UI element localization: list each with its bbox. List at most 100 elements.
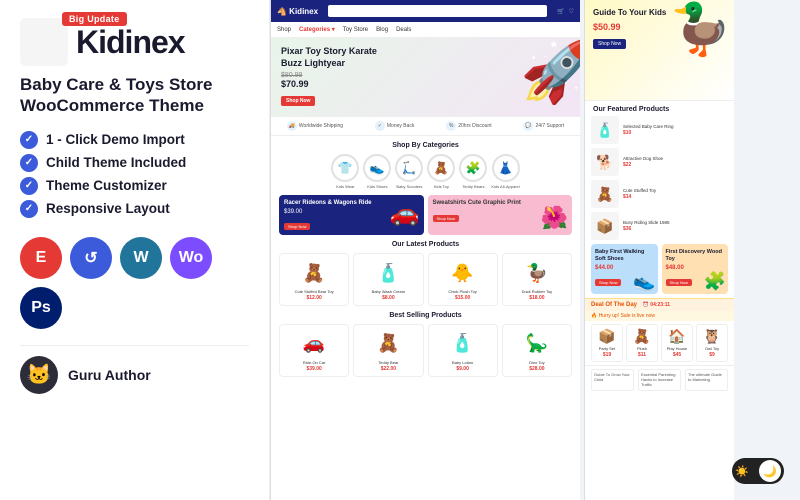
main-screenshot: 🐴 Kidinex 🛒 ♡ Shop Categories ▾ Toy Stor… xyxy=(270,0,580,500)
bestsell-card-1[interactable]: 🚗 Ride-On Car $39.00 xyxy=(279,324,349,377)
product-card-3[interactable]: 🐥 Chick Plush Toy $15.00 xyxy=(428,253,498,306)
deal-img-4: 🦉 xyxy=(700,328,724,345)
feature-item-2: ✓ Child Theme Included xyxy=(20,154,249,172)
side-promo1-cta[interactable]: Shop Now xyxy=(595,279,621,286)
product-card-1[interactable]: 🧸 Cute Stuffed Bear Toy $12.00 xyxy=(279,253,349,306)
side-promo-1[interactable]: Baby First Walking Soft Shoes $44.00 Sho… xyxy=(591,244,658,294)
cat-label-scooters: Baby Scooters xyxy=(396,184,422,189)
deal-item-1[interactable]: 📦 Party Set $19 xyxy=(591,324,623,362)
blog-link-1[interactable]: Guide To Grow Your Child xyxy=(591,369,634,391)
tech-woocommerce-icon: Wo xyxy=(170,237,212,279)
bestsell-price-4: $28.00 xyxy=(507,366,567,372)
featured-item-4[interactable]: 📦 Busy Riding Slide 1985 $36 xyxy=(591,212,728,240)
horse-logo-icon: 🐴 xyxy=(20,18,68,66)
promo-banner-1[interactable]: Racer Rideons & Wagons Ride $39.00 Shop … xyxy=(279,195,424,235)
side-promo2-cta[interactable]: Shop Now xyxy=(666,279,692,286)
side-hero-title: Guide To Your Kids xyxy=(593,8,673,18)
side-promo-2[interactable]: First Discovery Wood Toy $48.00 Shop Now… xyxy=(662,244,729,294)
featured-price-1: $10 xyxy=(623,130,728,136)
featured-price-4: $36 xyxy=(623,226,728,232)
bestsell-card-4[interactable]: 🦕 Dino Toy $28.00 xyxy=(502,324,572,377)
featured-price-3: $14 xyxy=(623,194,728,200)
cat-toys[interactable]: 🧸 Kids Toy xyxy=(427,154,455,189)
deal-countdown: ⏰ 04:23:11 xyxy=(643,302,670,308)
support-icon: 💬 xyxy=(523,121,533,131)
cat-shoes[interactable]: 👟 Kids Shoes xyxy=(363,154,391,189)
featured-img-3: 🧸 xyxy=(591,180,619,208)
check-icon-4: ✓ xyxy=(20,200,38,218)
brand-text-wrap: Big Update Kidinex xyxy=(76,26,185,58)
mock-nav-search xyxy=(328,5,547,17)
deal-item-4[interactable]: 🦉 Owl Toy $9 xyxy=(696,324,728,362)
author-area: 🐱 Guru Author xyxy=(20,345,249,394)
bestselling-section: Best Selling Products 🚗 Ride-On Car $39.… xyxy=(271,312,580,377)
blog-link-2[interactable]: Essential Parenting Hacks to Increase Tr… xyxy=(638,369,681,391)
deal-bar: Deal Of The Day ⏰ 04:23:11 xyxy=(585,298,734,311)
side-hero-character: 🦆 xyxy=(670,4,732,54)
bestsell-img-2: 🧸 xyxy=(358,329,418,359)
side-hero: Guide To Your Kids $50.99 Shop Now 🦆 xyxy=(585,0,734,100)
menu-blog: Blog xyxy=(376,27,388,33)
features-list: ✓ 1 - Click Demo Import ✓ Child Theme In… xyxy=(20,131,249,223)
featured-item-3[interactable]: 🧸 Cute Stuffed Toy $14 xyxy=(591,180,728,208)
categories-grid: 👕 Kids Wear 👟 Kids Shoes 🛴 Baby Scooters… xyxy=(279,154,572,189)
product-row: 🧸 Cute Stuffed Bear Toy $12.00 🧴 Baby Wa… xyxy=(279,253,572,306)
bestsell-img-4: 🦕 xyxy=(507,329,567,359)
mock-nav-wishlist: ♡ xyxy=(569,8,574,15)
deal-item-2[interactable]: 🧸 Plush $11 xyxy=(626,324,658,362)
mock-hero-cta[interactable]: Shop Now xyxy=(281,96,315,106)
cat-label-shoes: Kids Shoes xyxy=(367,184,387,189)
product-card-4[interactable]: 🦆 Duck Rubber Toy $18.00 xyxy=(502,253,572,306)
featured-img-4: 📦 xyxy=(591,212,619,240)
mock-nav-logo: 🐴 Kidinex xyxy=(277,7,318,16)
promo-banner-2[interactable]: Sweatshirts Cute Graphic Print Shop Now … xyxy=(428,195,573,235)
service-discount: % 20hrs Discount xyxy=(446,121,491,131)
deal-img-1: 📦 xyxy=(595,328,619,345)
deal-products-row: 📦 Party Set $19 🧸 Plush $11 🏠 Play House… xyxy=(585,321,734,365)
cat-kidswear[interactable]: 👕 Kids Wear xyxy=(331,154,359,189)
deal-price-3: $45 xyxy=(665,352,689,358)
mock-menu: Shop Categories ▾ Toy Store Blog Deals xyxy=(271,22,580,38)
featured-item-1[interactable]: 🧴 Selected Baby Care Ring $10 xyxy=(591,116,728,144)
cat-img-girls: 👗 xyxy=(492,154,520,182)
cat-teddy[interactable]: 🧩 Teddy Bears xyxy=(459,154,487,189)
menu-deals: Deals xyxy=(396,27,411,33)
deal-item-3[interactable]: 🏠 Play House $45 xyxy=(661,324,693,362)
bestselling-row: 🚗 Ride-On Car $39.00 🧸 Teddy Bear $22.00… xyxy=(279,324,572,377)
cat-girls[interactable]: 👗 Kids All-Apparel xyxy=(491,154,519,189)
feature-item-3: ✓ Theme Customizer xyxy=(20,177,249,195)
menu-shop: Shop xyxy=(277,27,291,33)
featured-info-2: Attractive Dog Shoe $22 xyxy=(623,156,728,168)
featured-product-list: 🧴 Selected Baby Care Ring $10 🐕 Attracti… xyxy=(585,116,734,240)
side-promo-banners: Baby First Walking Soft Shoes $44.00 Sho… xyxy=(585,240,734,298)
product-img-1: 🧸 xyxy=(284,258,344,288)
bestsell-card-3[interactable]: 🧴 Baby Lotion $9.00 xyxy=(428,324,498,377)
product-price-2: $8.00 xyxy=(358,295,418,301)
blog-link-3[interactable]: The ultimate Guide to Marketing xyxy=(685,369,728,391)
featured-img-2: 🐕 xyxy=(591,148,619,176)
cat-label-teddy: Teddy Bears xyxy=(462,184,484,189)
dark-mode-toggle[interactable]: ☀️ 🌙 xyxy=(732,458,784,484)
cat-scooters[interactable]: 🛴 Baby Scooters xyxy=(395,154,423,189)
deal-hurry-text: 🔥 Hurry up! Sale is live now xyxy=(585,311,734,321)
service-support: 💬 24/7 Support xyxy=(523,121,564,131)
big-update-badge: Big Update xyxy=(62,12,127,26)
side-hero-cta[interactable]: Shop Now xyxy=(593,39,626,49)
promo1-cta[interactable]: Shop Now xyxy=(284,223,310,230)
menu-toys: Toy Store xyxy=(343,27,368,33)
moon-icon: 🌙 xyxy=(759,460,781,482)
bestsell-img-1: 🚗 xyxy=(284,329,344,359)
product-card-2[interactable]: 🧴 Baby Wash Cream $8.00 xyxy=(353,253,423,306)
cat-label-girls: Kids All-Apparel xyxy=(491,184,519,189)
latest-products-title: Our Latest Products xyxy=(279,241,572,248)
brand-area: 🐴 Big Update Kidinex xyxy=(20,18,249,66)
deal-img-3: 🏠 xyxy=(665,328,689,345)
tech-wordpress-icon: W xyxy=(120,237,162,279)
sun-icon: ☀️ xyxy=(735,465,749,478)
bestsell-card-2[interactable]: 🧸 Teddy Bear $22.00 xyxy=(353,324,423,377)
tech-redux-icon: ↺ xyxy=(70,237,112,279)
product-price-1: $12.00 xyxy=(284,295,344,301)
cat-img-teddy: 🧩 xyxy=(459,154,487,182)
promo2-cta[interactable]: Shop Now xyxy=(433,215,459,222)
featured-item-2[interactable]: 🐕 Attractive Dog Shoe $22 xyxy=(591,148,728,176)
